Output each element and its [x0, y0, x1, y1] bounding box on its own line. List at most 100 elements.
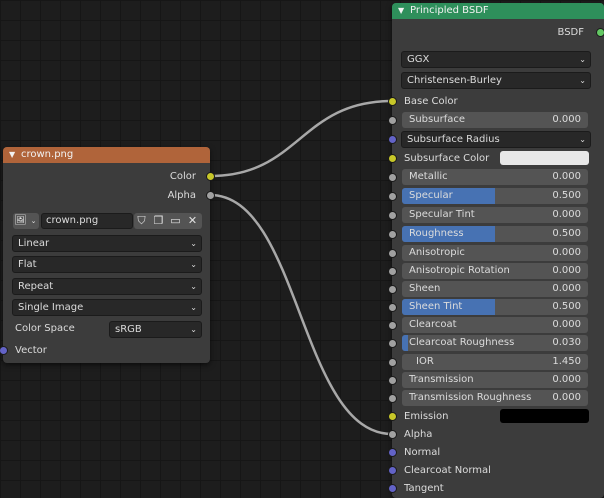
output-alpha-label: Alpha — [167, 190, 196, 201]
bsdf-node-header[interactable]: ▼ Principled BSDF — [392, 3, 604, 19]
duplicate-icon[interactable]: ❐ — [151, 213, 166, 229]
projection-value: Flat — [18, 259, 37, 270]
emission-color-swatch[interactable] — [500, 409, 589, 423]
sheen-socket[interactable] — [388, 285, 397, 294]
anisotropic-rotation-socket[interactable] — [388, 267, 397, 276]
specular-socket[interactable] — [388, 192, 397, 201]
output-bsdf-socket[interactable] — [596, 28, 604, 37]
image-selector-bar: 🖼 ⌄ crown.png ⛉ ❐ ▭ ✕ — [13, 213, 203, 229]
interpolation-dropdown[interactable]: Linear ⌄ — [12, 235, 202, 252]
output-bsdf-label: BSDF — [557, 27, 584, 38]
principled-bsdf-node[interactable]: ▼ Principled BSDF BSDF GGX ⌄ Christensen… — [388, 3, 604, 498]
image-texture-node[interactable]: ▼ crown.png Color Alpha 🖼 ⌄ crown.png ⛉ … — [0, 147, 215, 363]
folder-open-icon[interactable]: ▭ — [168, 213, 183, 229]
transmission-roughness-field[interactable]: Transmission Roughness 0.000 — [402, 390, 588, 406]
subsurface-color-label: Subsurface Color — [404, 153, 490, 164]
specular-tint-field[interactable]: Specular Tint 0.000 — [402, 207, 588, 223]
output-alpha-socket[interactable] — [206, 191, 215, 200]
base-color-label: Base Color — [404, 96, 458, 107]
clearcoat-roughness-label: Clearcoat Roughness — [409, 337, 515, 348]
anisotropic-field[interactable]: Anisotropic 0.000 — [402, 245, 588, 261]
metallic-socket[interactable] — [388, 173, 397, 182]
output-bsdf-row: BSDF — [392, 24, 604, 41]
image-name-field[interactable]: crown.png — [41, 213, 133, 229]
distribution-value: GGX — [407, 54, 430, 65]
emission-label: Emission — [404, 411, 449, 422]
ior-field[interactable]: IOR 1.450 — [402, 354, 588, 370]
subsurface-method-dropdown[interactable]: Christensen-Burley ⌄ — [401, 72, 591, 89]
alpha-socket[interactable] — [388, 430, 397, 439]
ior-label: IOR — [416, 356, 434, 367]
output-color-row: Color — [3, 168, 210, 185]
subsurface-color-swatch[interactable] — [500, 151, 589, 165]
transmission-roughness-label: Transmission Roughness — [409, 392, 532, 403]
tangent-row: Tangent — [392, 480, 604, 497]
chevron-down-icon: ⌄ — [190, 303, 197, 312]
transmission-socket[interactable] — [388, 376, 397, 385]
color-space-dropdown[interactable]: sRGB ⌄ — [109, 321, 202, 338]
sheen-value: 0.000 — [552, 283, 581, 294]
ior-socket[interactable] — [388, 358, 397, 367]
anisotropic-socket[interactable] — [388, 249, 397, 258]
link-alpha-to-alpha — [209, 193, 393, 436]
emission-socket[interactable] — [388, 412, 397, 421]
clearcoat-roughness-socket[interactable] — [388, 339, 397, 348]
collapse-triangle-icon[interactable]: ▼ — [9, 150, 15, 159]
subsurface-field[interactable]: Subsurface 0.000 — [402, 112, 588, 128]
normal-row: Normal — [392, 444, 604, 461]
metallic-field[interactable]: Metallic 0.000 — [402, 169, 588, 185]
transmission-field[interactable]: Transmission 0.000 — [402, 372, 588, 388]
clearcoat-roughness-field[interactable]: Clearcoat Roughness 0.030 — [402, 335, 588, 351]
subsurface-label: Subsurface — [409, 114, 465, 125]
clearcoat-normal-socket[interactable] — [388, 466, 397, 475]
subsurface-value: 0.000 — [552, 114, 581, 125]
extension-value: Repeat — [18, 281, 54, 292]
subsurface-color-socket[interactable] — [388, 154, 397, 163]
sheen-field[interactable]: Sheen 0.000 — [402, 281, 588, 297]
color-space-label: Color Space — [15, 323, 75, 334]
subsurface-socket[interactable] — [388, 116, 397, 125]
transmission-label: Transmission — [409, 374, 474, 385]
close-icon[interactable]: ✕ — [185, 213, 200, 229]
color-space-value: sRGB — [115, 324, 142, 335]
bsdf-node-title: Principled BSDF — [410, 5, 489, 16]
subsurface-radius-dropdown[interactable]: Subsurface Radius ⌄ — [401, 131, 591, 148]
image-browse-button[interactable]: 🖼 ⌄ — [13, 213, 39, 229]
roughness-socket[interactable] — [388, 230, 397, 239]
clearcoat-value: 0.000 — [552, 319, 581, 330]
output-color-label: Color — [169, 171, 196, 182]
tangent-socket[interactable] — [388, 484, 397, 493]
image-node-header[interactable]: ▼ crown.png — [3, 147, 210, 163]
roughness-field[interactable]: Roughness 0.500 — [402, 226, 588, 242]
source-dropdown[interactable]: Single Image ⌄ — [12, 299, 202, 316]
alpha-label: Alpha — [404, 429, 433, 440]
clearcoat-socket[interactable] — [388, 321, 397, 330]
sheen-tint-field[interactable]: Sheen Tint 0.500 — [402, 299, 588, 315]
normal-socket[interactable] — [388, 448, 397, 457]
clearcoat-field[interactable]: Clearcoat 0.000 — [402, 317, 588, 333]
anisotropic-rotation-field[interactable]: Anisotropic Rotation 0.000 — [402, 263, 588, 279]
interpolation-value: Linear — [18, 238, 50, 249]
normal-label: Normal — [404, 447, 441, 458]
chevron-down-icon: ⌄ — [30, 217, 37, 225]
chevron-down-icon: ⌄ — [579, 55, 586, 64]
specular-field[interactable]: Specular 0.500 — [402, 188, 588, 204]
output-alpha-row: Alpha — [3, 187, 210, 204]
clearcoat-roughness-fill — [402, 335, 408, 351]
sheen-tint-socket[interactable] — [388, 303, 397, 312]
distribution-dropdown[interactable]: GGX ⌄ — [401, 51, 591, 68]
sheen-label: Sheen — [409, 283, 441, 294]
sheen-tint-value: 0.500 — [552, 301, 581, 312]
extension-dropdown[interactable]: Repeat ⌄ — [12, 278, 202, 295]
fake-user-shield-icon[interactable]: ⛉ — [134, 213, 149, 229]
specular-value: 0.500 — [552, 190, 581, 201]
projection-dropdown[interactable]: Flat ⌄ — [12, 256, 202, 273]
input-vector-label: Vector — [15, 345, 47, 356]
base-color-socket[interactable] — [388, 97, 397, 106]
specular-tint-socket[interactable] — [388, 211, 397, 220]
collapse-triangle-icon[interactable]: ▼ — [398, 6, 404, 15]
transmission-roughness-socket[interactable] — [388, 394, 397, 403]
output-color-socket[interactable] — [206, 172, 215, 181]
subsurface-radius-socket[interactable] — [388, 135, 397, 144]
chevron-down-icon: ⌄ — [579, 135, 586, 144]
